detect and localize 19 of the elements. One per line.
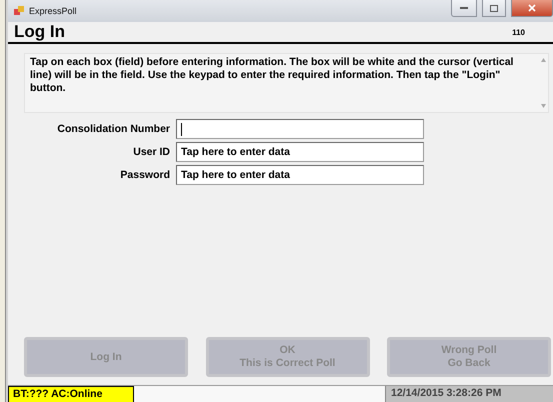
maximize-icon: [490, 4, 498, 12]
minimize-icon: [460, 6, 468, 10]
input-field[interactable]: [176, 119, 424, 139]
close-button[interactable]: [511, 0, 553, 17]
input-field[interactable]: Tap here to enter data: [176, 142, 424, 162]
connection-status: BT:??? AC:Online: [8, 386, 134, 402]
field-label: Consolidation Number: [56, 123, 170, 135]
field-label: Password: [119, 169, 170, 181]
app-icon: [14, 6, 24, 16]
screen-code: 110: [512, 28, 525, 36]
close-icon: [528, 4, 536, 12]
minimize-button[interactable]: [451, 0, 477, 17]
date-time: 12/14/2015 3:28:26 PM: [385, 386, 553, 402]
instructions-text: Tap on each box (field) before entering information. The box will be white and the cursor (vertical line) will be in the field. Use the keypad to enter the required information. Then tap the "Login" button.: [30, 56, 514, 96]
maximize-button[interactable]: [482, 0, 506, 17]
window-title: ExpressPoll: [29, 6, 77, 16]
input-field[interactable]: Tap here to enter data: [176, 165, 424, 185]
page-title: Log In: [14, 22, 65, 42]
field-label: User ID: [132, 146, 170, 158]
